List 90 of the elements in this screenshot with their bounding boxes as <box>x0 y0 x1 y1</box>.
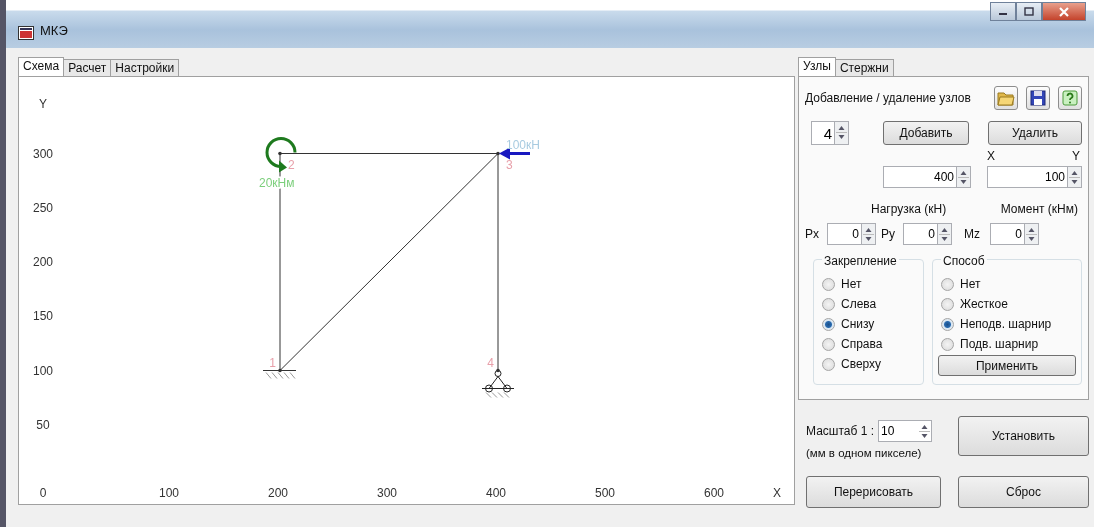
minimize-button[interactable] <box>990 2 1016 21</box>
radio-button[interactable] <box>822 357 835 371</box>
window-title: МКЭ <box>40 21 68 40</box>
maximize-icon <box>1024 7 1034 16</box>
node-point <box>496 151 500 156</box>
node-point <box>496 368 500 373</box>
node-point <box>278 151 282 156</box>
close-icon <box>1058 6 1070 17</box>
help-button[interactable] <box>1058 86 1082 110</box>
close-button[interactable] <box>1042 2 1086 21</box>
section-label: Момент (кНм) <box>1000 201 1078 218</box>
fixed-support-drawing <box>262 370 297 379</box>
spin-buttons[interactable] <box>1025 223 1040 245</box>
tab[interactable]: Узлы <box>798 57 836 76</box>
folder-button[interactable] <box>994 86 1018 110</box>
help-icon <box>1062 90 1078 106</box>
pinned-support-drawing <box>481 370 515 398</box>
tick-label: 150 <box>33 309 53 324</box>
field-label: X <box>987 148 995 165</box>
number-field[interactable]: 0 <box>827 223 862 245</box>
radio-button[interactable] <box>822 297 835 311</box>
number-field[interactable]: 4 <box>811 121 835 145</box>
node-number: 2 <box>288 157 295 172</box>
tab[interactable]: Настройки <box>110 59 180 76</box>
tick-label: 50 <box>36 417 50 432</box>
delete-button[interactable]: Удалить <box>988 121 1082 145</box>
field-label: Масштаб 1 : <box>806 423 874 440</box>
spin-buttons[interactable] <box>862 223 876 245</box>
tick-label: 300 <box>377 486 397 500</box>
radio-button[interactable] <box>822 317 835 331</box>
number-field[interactable]: 0 <box>990 223 1026 245</box>
spin-buttons[interactable] <box>835 121 849 145</box>
app-icon <box>18 26 34 40</box>
node-number: 1 <box>269 355 276 370</box>
radio-label: Справа <box>841 336 883 353</box>
field-label: Py <box>881 226 896 243</box>
field-label: Px <box>805 226 819 243</box>
save-icon <box>1030 90 1046 106</box>
load-label: 100кН <box>506 137 540 152</box>
field-label: Y <box>1072 148 1080 165</box>
tick-label: 250 <box>33 200 53 215</box>
radio-button[interactable] <box>941 337 954 351</box>
section-label: Нагрузка (кН) <box>871 201 947 218</box>
save-button[interactable] <box>1026 86 1050 110</box>
set-button[interactable]: Установить <box>958 416 1089 456</box>
tick-label: 400 <box>486 486 506 500</box>
number-field[interactable]: 0 <box>903 223 939 245</box>
radio-button[interactable] <box>941 317 954 331</box>
spin-buttons[interactable] <box>957 166 971 188</box>
hint-text: (мм в одном пикселе) <box>806 446 923 461</box>
node-point <box>278 368 282 373</box>
tick-label: 200 <box>268 486 288 500</box>
maximize-button[interactable] <box>1016 2 1042 21</box>
tick-label: 200 <box>33 255 53 269</box>
radio-button[interactable] <box>822 337 835 351</box>
tick-label: 100 <box>33 363 53 378</box>
radio-button[interactable] <box>941 277 954 291</box>
axis-label: X <box>773 486 781 500</box>
radio-label: Снизу <box>841 316 875 333</box>
apply-button[interactable]: Применить <box>938 355 1076 376</box>
tab[interactable]: Расчет <box>63 59 112 76</box>
radio-label: Жесткое <box>960 296 1008 313</box>
tab[interactable]: Стержни <box>834 59 894 76</box>
node-number: 4 <box>487 355 494 370</box>
section-heading: Добавление / удаление узлов <box>805 90 971 107</box>
radio-label: Нет <box>960 276 981 293</box>
number-field[interactable]: 400 <box>883 166 957 188</box>
redraw-button[interactable]: Перерисовать <box>806 476 941 509</box>
radio-label: Подв. шарнир <box>960 336 1039 353</box>
axis-label: Y <box>39 97 47 111</box>
tick-label: 500 <box>595 486 615 500</box>
spin-buttons[interactable] <box>1068 166 1082 188</box>
spin-buttons[interactable] <box>938 223 953 245</box>
radio-label: Неподв. шарнир <box>960 316 1052 333</box>
tick-label: 300 <box>33 146 53 161</box>
radio-label: Нет <box>841 276 862 293</box>
radio-label: Сверху <box>841 356 882 373</box>
folder-icon <box>997 90 1015 106</box>
radio-button[interactable] <box>822 277 835 291</box>
number-field[interactable]: 100 <box>987 166 1068 188</box>
node-number: 3 <box>506 157 513 172</box>
field-label: Mz <box>964 226 981 243</box>
reset-button[interactable]: Сброс <box>958 476 1089 509</box>
tick-label: 100 <box>159 486 179 500</box>
add-button[interactable]: Добавить <box>883 121 969 145</box>
radio-button[interactable] <box>941 297 954 311</box>
tick-label: 600 <box>704 486 724 500</box>
tab[interactable]: Схема <box>18 57 65 76</box>
radio-label: Слева <box>841 296 877 313</box>
tick-label: 0 <box>39 486 47 500</box>
